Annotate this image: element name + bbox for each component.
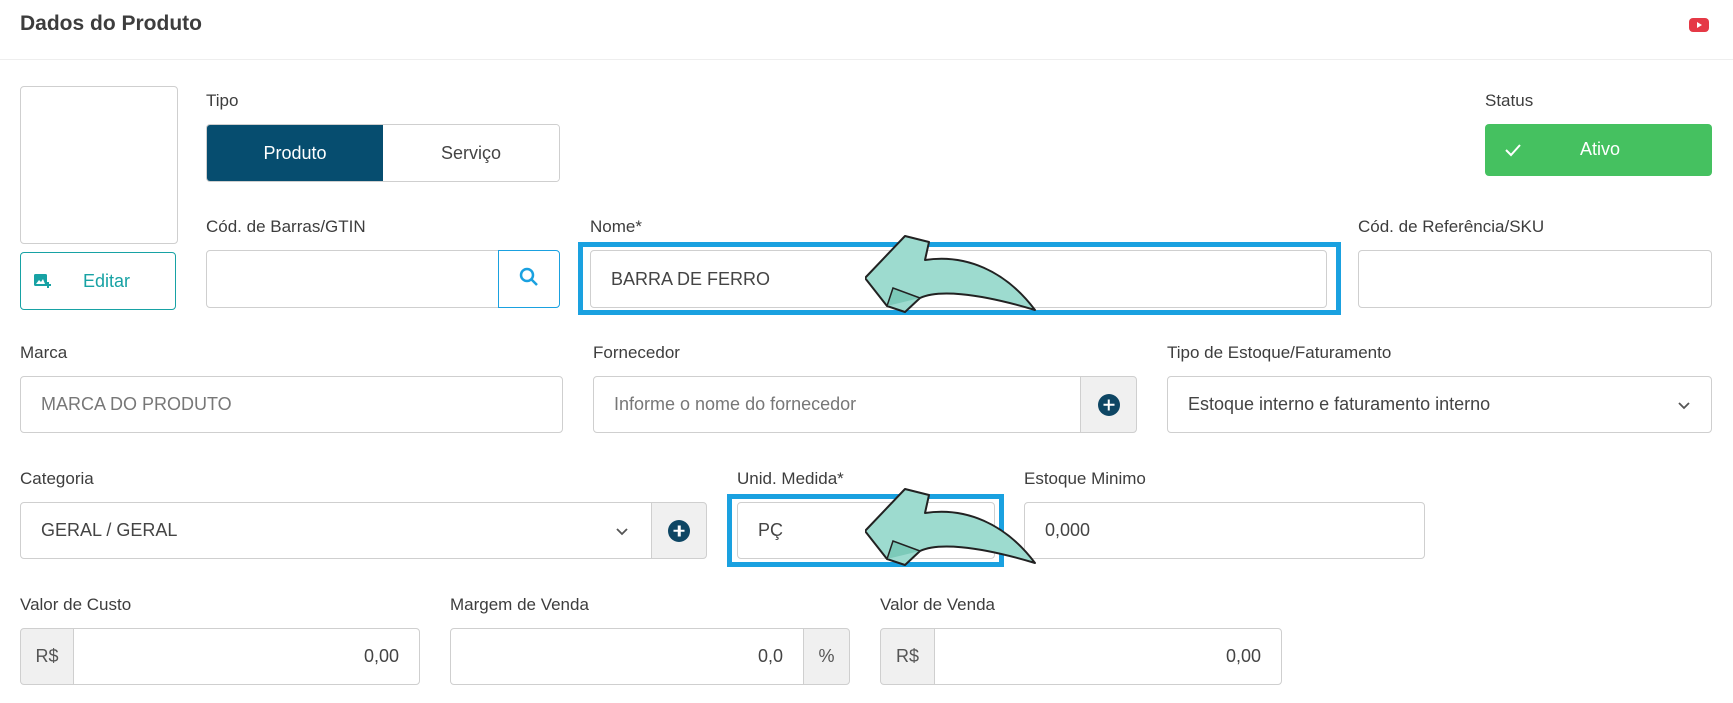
nome-label: Nome*	[590, 217, 642, 236]
product-image	[20, 86, 178, 244]
valor-venda-input[interactable]: 0,00	[934, 628, 1282, 685]
status-value: Ativo	[1579, 139, 1621, 159]
valor-custo-label: Valor de Custo	[20, 595, 132, 614]
image-add-icon	[33, 272, 51, 290]
annotation-arrow-unidade	[864, 483, 1040, 573]
youtube-icon[interactable]	[1689, 17, 1709, 33]
categoria-value: GERAL / GERAL	[41, 520, 178, 540]
plus-circle-icon	[668, 519, 690, 542]
chevron-down-icon	[615, 523, 629, 544]
categoria-label: Categoria	[20, 469, 94, 488]
valor-custo-prefix: R$	[20, 628, 74, 685]
add-categoria-button[interactable]	[651, 502, 707, 559]
tipo-segmented-control: Produto Serviço	[206, 124, 560, 182]
marca-label: Marca	[20, 343, 68, 362]
chevron-down-icon	[1677, 397, 1691, 418]
tipo-label: Tipo	[206, 91, 239, 110]
plus-circle-icon	[1097, 393, 1120, 416]
tipo-estoque-select[interactable]: Estoque interno e faturamento interno	[1167, 376, 1712, 433]
edit-label: Editar	[83, 271, 131, 291]
barcode-label: Cód. de Barras/GTIN	[206, 217, 366, 236]
categoria-select[interactable]: GERAL / GERAL	[20, 502, 652, 559]
barcode-search-button[interactable]	[498, 250, 560, 308]
edit-image-button[interactable]: Editar	[20, 252, 176, 310]
page-title: Dados do Produto	[20, 12, 202, 35]
tipo-option-produto[interactable]: Produto	[207, 125, 383, 181]
header-divider	[0, 59, 1733, 60]
add-fornecedor-button[interactable]	[1080, 376, 1137, 433]
estoque-minimo-input[interactable]: 0,000	[1024, 502, 1425, 559]
estoque-minimo-label: Estoque Minimo	[1024, 469, 1146, 488]
sku-label: Cód. de Referência/SKU	[1358, 217, 1545, 236]
tipo-option-servico[interactable]: Serviço	[383, 125, 559, 181]
status-label: Status	[1485, 91, 1534, 110]
valor-venda-label: Valor de Venda	[880, 595, 995, 614]
margem-input[interactable]: 0,0	[450, 628, 804, 685]
fornecedor-label: Fornecedor	[593, 343, 680, 362]
tipo-estoque-value: Estoque interno e faturamento interno	[1188, 394, 1491, 414]
fornecedor-input[interactable]: Informe o nome do fornecedor	[593, 376, 1081, 433]
status-toggle-button[interactable]: Ativo	[1485, 124, 1712, 176]
marca-input[interactable]: MARCA DO PRODUTO	[20, 376, 563, 433]
sku-input[interactable]	[1358, 250, 1712, 308]
valor-custo-input[interactable]: 0,00	[73, 628, 420, 685]
margem-suffix: %	[803, 628, 850, 685]
barcode-input[interactable]	[206, 250, 499, 308]
annotation-arrow-nome	[864, 230, 1040, 320]
search-icon	[519, 267, 539, 292]
margem-label: Margem de Venda	[450, 595, 589, 614]
valor-venda-prefix: R$	[880, 628, 935, 685]
unidade-label: Unid. Medida*	[737, 469, 844, 488]
tipo-estoque-label: Tipo de Estoque/Faturamento	[1167, 343, 1392, 362]
